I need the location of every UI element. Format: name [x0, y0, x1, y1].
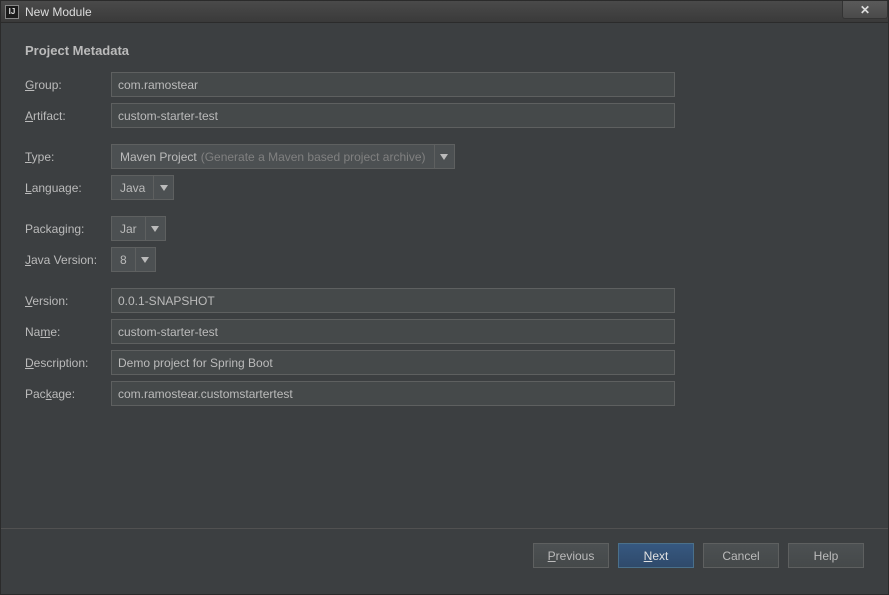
window-title: New Module [25, 5, 92, 19]
help-button[interactable]: Help [788, 543, 864, 568]
label-language: Language: [25, 181, 111, 195]
javaversion-dropdown-value: 8 [112, 248, 135, 271]
chevron-down-icon [160, 185, 168, 191]
packaging-dropdown[interactable]: Jar [111, 216, 166, 241]
type-dropdown-value: Maven Project (Generate a Maven based pr… [112, 145, 434, 168]
row-packaging: Packaging: Jar [25, 216, 864, 241]
cancel-button[interactable]: Cancel [703, 543, 779, 568]
label-javaversion: Java Version: [25, 253, 111, 267]
javaversion-dropdown-arrow[interactable] [135, 248, 155, 271]
chevron-down-icon [141, 257, 149, 263]
section-title: Project Metadata [25, 43, 864, 58]
previous-button[interactable]: Previous [533, 543, 609, 568]
row-description: Description: [25, 350, 864, 375]
description-input[interactable] [111, 350, 675, 375]
button-row: Previous Next Cancel Help [25, 529, 864, 584]
label-description: Description: [25, 356, 111, 370]
label-artifact: Artifact: [25, 109, 111, 123]
language-dropdown[interactable]: Java [111, 175, 174, 200]
type-dropdown[interactable]: Maven Project (Generate a Maven based pr… [111, 144, 455, 169]
row-javaversion: Java Version: 8 [25, 247, 864, 272]
row-version: Version: [25, 288, 864, 313]
group-input[interactable] [111, 72, 675, 97]
language-dropdown-arrow[interactable] [153, 176, 173, 199]
label-packaging: Packaging: [25, 222, 111, 236]
close-icon: ✕ [860, 3, 870, 17]
label-group: Group: [25, 78, 111, 92]
type-dropdown-arrow[interactable] [434, 145, 454, 168]
packaging-dropdown-arrow[interactable] [145, 217, 165, 240]
label-version: Version: [25, 294, 111, 308]
row-artifact: Artifact: [25, 103, 864, 128]
chevron-down-icon [440, 154, 448, 160]
row-package: Package: [25, 381, 864, 406]
name-input[interactable] [111, 319, 675, 344]
titlebar: IJ New Module ✕ [1, 1, 888, 23]
chevron-down-icon [151, 226, 159, 232]
app-icon: IJ [5, 5, 19, 19]
close-button[interactable]: ✕ [842, 1, 888, 19]
label-package: Package: [25, 387, 111, 401]
language-dropdown-value: Java [112, 176, 153, 199]
spacer [25, 412, 864, 528]
row-group: Group: [25, 72, 864, 97]
dialog-content: Project Metadata Group: Artifact: Type: … [1, 23, 888, 594]
next-button[interactable]: Next [618, 543, 694, 568]
packaging-dropdown-value: Jar [112, 217, 145, 240]
row-language: Language: Java [25, 175, 864, 200]
version-input[interactable] [111, 288, 675, 313]
row-type: Type: Maven Project (Generate a Maven ba… [25, 144, 864, 169]
package-input[interactable] [111, 381, 675, 406]
row-name: Name: [25, 319, 864, 344]
label-type: Type: [25, 150, 111, 164]
javaversion-dropdown[interactable]: 8 [111, 247, 156, 272]
new-module-dialog: IJ New Module ✕ Project Metadata Group: … [0, 0, 889, 595]
label-name: Name: [25, 325, 111, 339]
artifact-input[interactable] [111, 103, 675, 128]
